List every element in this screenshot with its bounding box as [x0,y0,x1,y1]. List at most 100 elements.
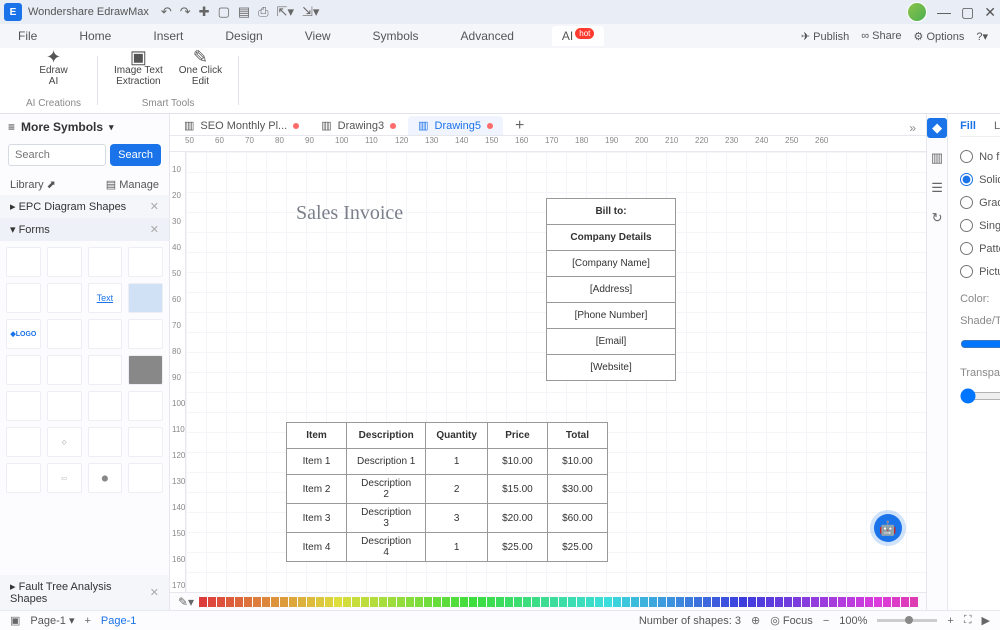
gallery-item[interactable] [6,283,41,313]
color-swatch[interactable] [856,597,864,607]
gallery-item[interactable] [88,391,123,421]
color-swatch[interactable] [910,597,918,607]
color-swatch[interactable] [505,597,513,607]
gallery-item[interactable] [88,427,123,457]
focus-toggle[interactable]: ◎ Focus [770,614,813,627]
color-swatch[interactable] [334,597,342,607]
page-selector[interactable]: Page-1 ▾ [30,614,74,627]
color-swatch[interactable] [406,597,414,607]
picker-icon[interactable]: ✎▾ [178,595,194,609]
page-panel-icon[interactable]: ▥ [927,148,947,168]
color-swatch[interactable] [766,597,774,607]
help-icon[interactable]: ?▾ [976,30,988,43]
gallery-item[interactable] [6,355,41,385]
library-label[interactable]: Library ⬈ [10,178,56,191]
color-swatch[interactable] [397,597,405,607]
color-swatch[interactable] [631,597,639,607]
image-text-extraction-button[interactable]: ▣ Image Text Extraction [114,52,163,87]
gallery-item[interactable] [47,355,82,385]
outline-panel-icon[interactable]: ☰ [927,178,947,198]
import-icon[interactable]: ⇲▾ [302,4,319,20]
open-icon[interactable]: ▢ [218,4,230,20]
doc-tab-drawing5[interactable]: ▥ Drawing5 [408,116,503,135]
section-forms[interactable]: ▾ Forms✕ [0,218,169,241]
gallery-item[interactable] [88,247,123,277]
color-swatch[interactable] [487,597,495,607]
symbol-search-input[interactable] [8,144,106,166]
color-swatch[interactable] [469,597,477,607]
color-swatch[interactable] [640,597,648,607]
close-icon[interactable]: ✕ [150,200,159,213]
color-swatch[interactable] [325,597,333,607]
color-swatch[interactable] [217,597,225,607]
export-icon[interactable]: ⇱▾ [277,4,294,20]
color-swatch[interactable] [244,597,252,607]
color-swatch[interactable] [253,597,261,607]
color-swatch[interactable] [775,597,783,607]
fill-option[interactable]: Pattern fill [960,237,1000,260]
gallery-item[interactable] [6,247,41,277]
color-swatch[interactable] [694,597,702,607]
add-page-button[interactable]: + [84,615,90,627]
redo-icon[interactable]: ↷ [180,4,191,20]
gallery-item[interactable] [128,283,163,313]
color-swatch[interactable] [514,597,522,607]
color-swatch[interactable] [901,597,909,607]
zoom-level[interactable]: 100% [839,615,867,627]
gallery-item[interactable] [128,319,163,349]
print-icon[interactable]: ⎙ [258,4,268,20]
tab-fill[interactable]: Fill [960,120,976,132]
panel-menu-icon[interactable]: ≡ [8,120,15,134]
save-icon[interactable]: ▤ [238,4,250,20]
close-icon[interactable]: ✕ [984,4,996,21]
color-swatch[interactable] [433,597,441,607]
color-swatch[interactable] [586,597,594,607]
color-swatch[interactable] [442,597,450,607]
page-layout-icon[interactable]: ▣ [10,614,20,627]
color-swatch[interactable] [298,597,306,607]
color-swatch[interactable] [685,597,693,607]
color-swatch[interactable] [712,597,720,607]
style-panel-icon[interactable]: ◆ [927,118,947,138]
color-swatch[interactable] [415,597,423,607]
gallery-item[interactable] [6,463,41,493]
options-button[interactable]: ⚙ Options [914,30,965,43]
color-swatch[interactable] [865,597,873,607]
color-swatch[interactable] [559,597,567,607]
color-swatch[interactable] [820,597,828,607]
expand-panel-icon[interactable]: » [899,121,926,135]
color-swatch[interactable] [199,597,207,607]
symbol-search-button[interactable]: Search [110,144,161,166]
fill-option[interactable]: Picture or texture fill [960,260,1000,283]
fill-option[interactable]: Single color gradient fill [960,214,1000,237]
menu-symbols[interactable]: Symbols [369,27,423,45]
color-swatch[interactable] [757,597,765,607]
gallery-item[interactable] [47,391,82,421]
share-button[interactable]: ∞ Share [861,30,901,42]
gallery-item[interactable] [47,283,82,313]
gallery-item[interactable] [128,463,163,493]
gallery-item[interactable]: ⬤ [88,463,123,493]
color-swatch[interactable] [532,597,540,607]
color-swatch[interactable] [730,597,738,607]
color-swatch[interactable] [577,597,585,607]
zoom-in-icon[interactable]: + [947,615,953,627]
color-swatch[interactable] [568,597,576,607]
color-swatch[interactable] [541,597,549,607]
color-swatch[interactable] [703,597,711,607]
color-swatch[interactable] [595,597,603,607]
color-swatch[interactable] [262,597,270,607]
color-swatch[interactable] [874,597,882,607]
invoice-title[interactable]: Sales Invoice [296,202,403,225]
present-icon[interactable]: ▶ [982,614,990,627]
color-swatch[interactable] [424,597,432,607]
tab-line[interactable]: Line [994,120,1000,132]
color-swatch[interactable] [361,597,369,607]
color-swatch[interactable] [451,597,459,607]
menu-file[interactable]: File [14,27,41,45]
color-swatch[interactable] [289,597,297,607]
maximize-icon[interactable]: ▢ [961,4,974,21]
color-swatch[interactable] [811,597,819,607]
color-swatch[interactable] [838,597,846,607]
color-swatch[interactable] [226,597,234,607]
